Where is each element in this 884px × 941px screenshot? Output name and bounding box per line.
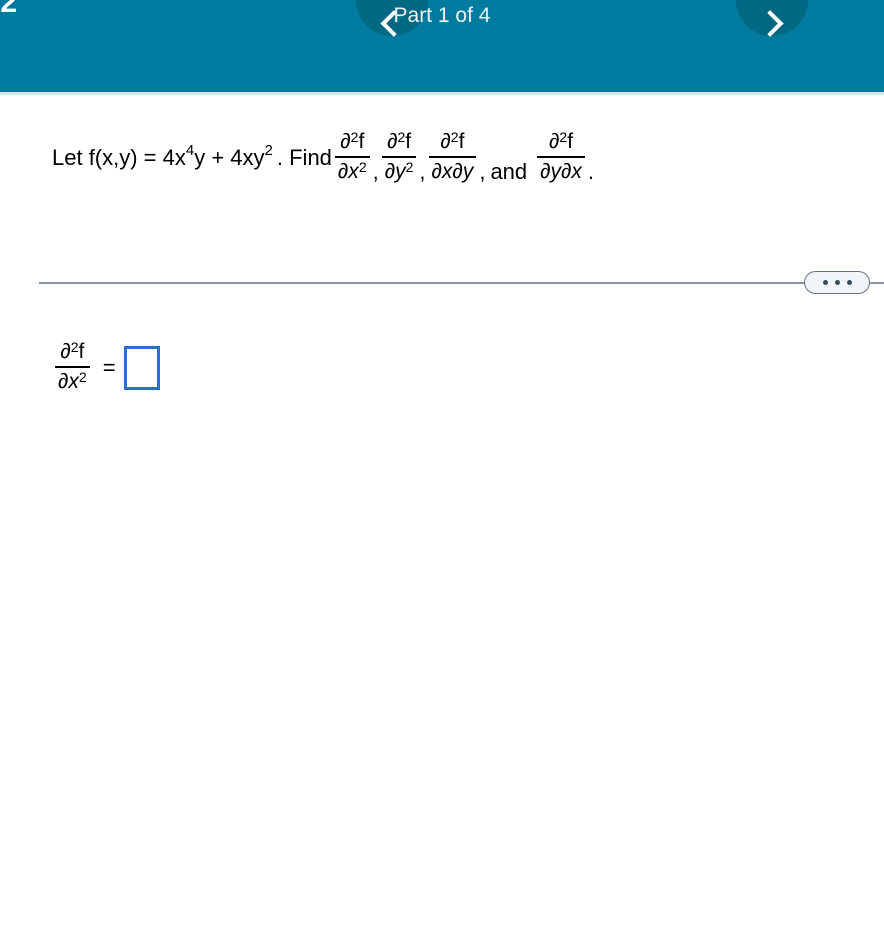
partial-symbol: ∂ xyxy=(549,130,560,153)
ellipsis-dot-icon xyxy=(822,280,828,285)
fraction-d2f-dx2: ∂2f ∂x2 xyxy=(334,129,370,185)
denominator-variable: ∂y∂x xyxy=(540,159,582,183)
function-symbol: f xyxy=(458,130,465,153)
partial-symbol: ∂ xyxy=(387,130,398,153)
answer-input[interactable] xyxy=(123,345,160,390)
fraction-separator-2: , xyxy=(419,158,426,184)
problem-mid-text: y + 4xy xyxy=(194,144,265,170)
problem-statement: Let f(x,y) = 4x 4 y + 4xy 2. Find ∂2f ∂x2 ,… xyxy=(52,129,595,185)
problem-exponent-1: 4 xyxy=(185,142,195,160)
partial-symbol: ∂ xyxy=(60,340,71,363)
partial-order: 2 xyxy=(397,129,406,145)
denominator-variable: ∂y xyxy=(384,159,406,183)
function-symbol: f xyxy=(78,340,85,363)
function-symbol: f xyxy=(405,130,412,153)
conjunction-and: and xyxy=(490,158,528,184)
fraction-separator-3: , xyxy=(479,158,486,184)
partial-symbol: ∂ xyxy=(340,130,351,153)
denominator-order: 2 xyxy=(405,158,414,175)
partial-order: 2 xyxy=(559,129,568,145)
denominator-variable: ∂x∂y xyxy=(431,159,474,183)
more-options-button[interactable] xyxy=(804,271,870,294)
answer-fraction-d2f-dx2: ∂2f ∂x2 xyxy=(55,339,90,394)
problem-find-text: . Find xyxy=(276,144,332,170)
ellipsis-dot-icon xyxy=(846,280,852,285)
partial-symbol: ∂ xyxy=(440,130,451,153)
statement-period: . xyxy=(587,158,595,184)
denominator-order: 2 xyxy=(358,158,367,175)
fraction-numerator: ∂2f xyxy=(337,129,367,155)
fraction-bar xyxy=(537,155,585,158)
fraction-denominator: ∂x2 xyxy=(55,369,90,395)
denominator-variable: ∂x xyxy=(337,159,359,183)
fraction-bar xyxy=(428,155,477,158)
fraction-d2f-dydx: ∂2f ∂y∂x xyxy=(537,129,585,184)
fraction-denominator: ∂y∂x xyxy=(537,159,585,185)
problem-lead-text: Let f(x,y) = 4x xyxy=(52,144,186,170)
partial-order: 2 xyxy=(350,129,359,145)
fraction-bar xyxy=(55,365,90,368)
chevron-right-icon xyxy=(756,10,784,37)
function-symbol: f xyxy=(358,130,365,153)
ellipsis-dot-icon xyxy=(834,280,840,285)
fraction-denominator: ∂y2 xyxy=(382,159,417,185)
fraction-numerator: ∂2f xyxy=(437,129,467,155)
partial-order: 2 xyxy=(450,129,459,145)
exercise-header: .2 Part 1 of 4 xyxy=(0,0,884,92)
fraction-d2f-dxdy: ∂2f ∂x∂y xyxy=(428,129,477,185)
next-part-button[interactable] xyxy=(736,0,808,37)
fraction-numerator: ∂2f xyxy=(57,339,87,365)
partial-order: 2 xyxy=(70,339,79,355)
function-symbol: f xyxy=(567,130,574,153)
denominator-order: 2 xyxy=(78,368,87,385)
answer-row: ∂2f ∂x2 = xyxy=(52,339,160,395)
problem-exponent-2: 2 xyxy=(264,142,273,160)
fraction-numerator: ∂2f xyxy=(384,129,414,155)
fraction-denominator: ∂x∂y xyxy=(429,159,477,185)
section-divider-line xyxy=(39,282,884,284)
question-content: Let f(x,y) = 4x 4 y + 4xy 2. Find ∂2f ∂x2 ,… xyxy=(0,95,884,941)
fraction-bar xyxy=(334,155,370,158)
fraction-denominator: ∂x2 xyxy=(335,159,370,185)
denominator-variable: ∂x xyxy=(58,369,79,393)
equals-sign: = xyxy=(102,354,116,380)
fraction-d2f-dy2: ∂2f ∂y2 xyxy=(381,129,417,185)
fraction-separator-1: , xyxy=(372,158,379,184)
section-divider-row xyxy=(39,271,884,295)
fraction-numerator: ∂2f xyxy=(546,129,576,155)
fraction-bar xyxy=(381,155,417,158)
